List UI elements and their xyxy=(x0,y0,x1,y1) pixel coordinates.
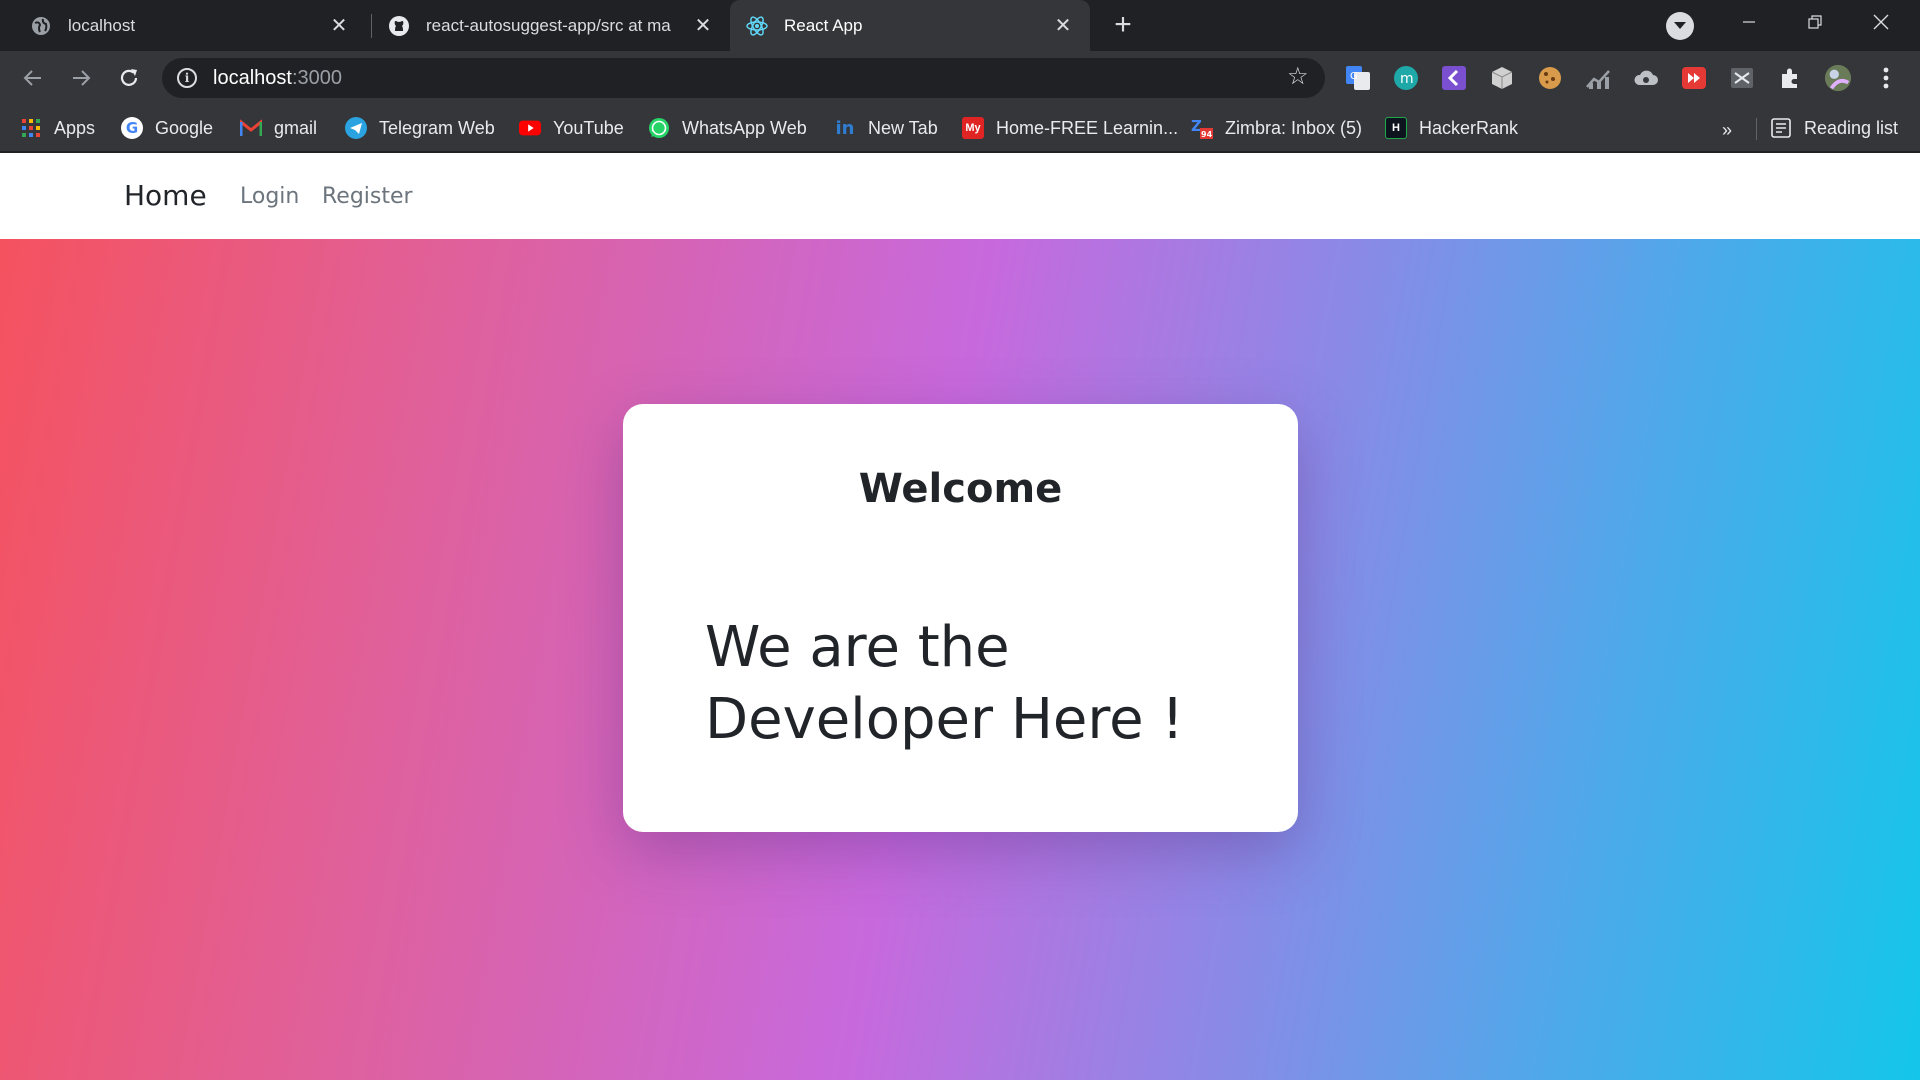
site-navbar: Home Login Register xyxy=(0,153,1920,239)
arrow-left-icon xyxy=(23,70,41,86)
restore-icon xyxy=(1808,15,1822,29)
globe-icon xyxy=(30,15,52,37)
tab-title: localhost xyxy=(68,15,136,35)
google-icon: G xyxy=(121,117,143,139)
hackerrank-icon: H xyxy=(1385,117,1407,139)
tab-search-button[interactable] xyxy=(1666,12,1694,40)
bookmark-label: Telegram Web xyxy=(379,117,495,138)
tab-title: React App xyxy=(784,15,863,35)
card-text: We are the Developer Here ! xyxy=(705,615,1184,752)
reading-list-label: Reading list xyxy=(1804,117,1899,138)
chevron-down-icon xyxy=(1674,22,1686,29)
bookmark-home-free-learning[interactable]: My Home-FREE Learnin... xyxy=(962,113,1178,143)
tab-react-app[interactable]: React App ✕ xyxy=(730,0,1090,51)
bookmark-whatsapp[interactable]: WhatsApp Web xyxy=(648,113,807,143)
cookie-icon[interactable] xyxy=(1536,64,1564,92)
bookmark-label: Apps xyxy=(54,117,96,138)
bookmark-label: Zimbra: Inbox (5) xyxy=(1225,117,1363,138)
gmail-icon xyxy=(240,117,262,139)
more-bookmarks-button[interactable]: » xyxy=(1722,120,1732,141)
bookmark-label: HackerRank xyxy=(1419,117,1519,138)
cube-icon[interactable] xyxy=(1488,64,1516,92)
reload-button[interactable] xyxy=(112,61,146,95)
bookmarks-divider xyxy=(1756,118,1757,140)
web-page: Home Login Register Welcome We are the D… xyxy=(0,153,1920,1080)
google-translate-icon[interactable]: G xyxy=(1344,64,1372,92)
reading-list-button[interactable]: Reading list xyxy=(1770,113,1898,143)
close-icon[interactable]: ✕ xyxy=(1052,15,1074,37)
welcome-card: Welcome We are the Developer Here ! xyxy=(623,404,1298,832)
bookmark-new-tab[interactable]: in New Tab xyxy=(834,113,938,143)
extensions-puzzle-icon[interactable] xyxy=(1776,64,1804,92)
nav-register-link[interactable]: Register xyxy=(322,184,413,209)
bookmark-label: gmail xyxy=(274,117,318,138)
profile-avatar-icon[interactable] xyxy=(1824,64,1852,92)
bookmark-google[interactable]: G Google xyxy=(121,113,213,143)
bookmark-telegram[interactable]: Telegram Web xyxy=(345,113,495,143)
telegram-icon xyxy=(345,117,367,139)
cloud-icon[interactable] xyxy=(1632,64,1660,92)
restore-button[interactable] xyxy=(1782,0,1848,44)
tab-localhost[interactable]: localhost ✕ xyxy=(0,0,366,51)
github-icon xyxy=(388,15,410,37)
bookmark-zimbra[interactable]: Z 94 Zimbra: Inbox (5) xyxy=(1191,113,1362,143)
nav-home-link[interactable]: Home xyxy=(124,179,207,212)
close-icon xyxy=(1873,14,1889,30)
linkedin-icon: in xyxy=(835,117,855,139)
back-button[interactable] xyxy=(16,61,50,95)
snipping-icon[interactable] xyxy=(1728,64,1756,92)
close-icon[interactable]: ✕ xyxy=(328,15,350,37)
zimbra-icon: Z 94 xyxy=(1191,117,1213,139)
svg-text:94: 94 xyxy=(1201,130,1213,139)
mentimeter-icon[interactable]: m xyxy=(1392,64,1420,92)
analytics-icon[interactable] xyxy=(1584,64,1612,92)
site-info-icon[interactable]: i xyxy=(177,68,197,88)
tab-github[interactable]: react-autosuggest-app/src at ma ✕ xyxy=(372,0,730,51)
new-tab-button[interactable]: + xyxy=(1108,10,1138,41)
bookmark-label: WhatsApp Web xyxy=(682,117,807,138)
star-icon[interactable]: ☆ xyxy=(1287,65,1311,90)
bookmark-apps[interactable]: Apps xyxy=(20,113,95,143)
bookmark-label: Home-FREE Learnin... xyxy=(996,117,1179,138)
bookmark-hackerrank[interactable]: H HackerRank xyxy=(1385,113,1518,143)
card-title: Welcome xyxy=(858,466,1063,512)
forward-button[interactable] xyxy=(64,61,98,95)
hero-gradient-section: Welcome We are the Developer Here ! xyxy=(0,239,1920,1080)
minimize-icon xyxy=(1743,21,1755,23)
kite-icon[interactable] xyxy=(1440,64,1468,92)
bookmark-gmail[interactable]: gmail xyxy=(240,113,317,143)
url-text[interactable]: localhost:3000 xyxy=(213,67,342,90)
youtube-icon xyxy=(519,117,541,139)
reload-icon xyxy=(120,69,138,86)
svg-text:G: G xyxy=(1350,71,1358,82)
bookmarks-bar: Apps G Google gmail Telegram Web YouTube… xyxy=(0,104,1920,152)
my-icon: My xyxy=(962,117,984,139)
arrow-right-icon xyxy=(73,70,91,86)
close-window-button[interactable] xyxy=(1848,0,1914,44)
nav-login-link[interactable]: Login xyxy=(240,184,299,209)
address-bar[interactable]: i localhost:3000 ☆ xyxy=(162,58,1325,98)
tab-title: react-autosuggest-app/src at ma xyxy=(426,15,671,35)
whatsapp-icon xyxy=(648,117,670,139)
apps-grid-icon xyxy=(20,117,42,139)
bookmark-label: New Tab xyxy=(868,117,938,138)
bookmark-label: Google xyxy=(155,117,214,138)
svg-text:m: m xyxy=(1400,71,1414,87)
video-speed-icon[interactable] xyxy=(1680,64,1708,92)
browser-toolbar: i localhost:3000 ☆ G m xyxy=(0,51,1920,104)
minimize-button[interactable] xyxy=(1716,0,1782,44)
reading-list-icon xyxy=(1770,117,1792,139)
kebab-menu-icon[interactable] xyxy=(1872,64,1900,92)
tab-strip: localhost ✕ react-autosuggest-app/src at… xyxy=(0,0,1920,51)
close-icon[interactable]: ✕ xyxy=(692,15,714,37)
react-icon xyxy=(746,15,768,37)
bookmark-youtube[interactable]: YouTube xyxy=(519,113,624,143)
bookmark-label: YouTube xyxy=(553,117,624,138)
